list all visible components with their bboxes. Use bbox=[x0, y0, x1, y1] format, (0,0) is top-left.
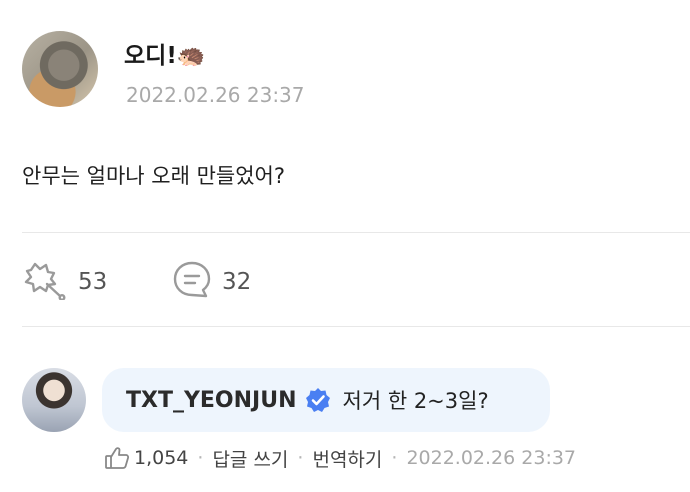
thumbs-up-icon bbox=[104, 445, 130, 471]
reply-bubble: TXT_YEONJUN 저거 한 2~3일? bbox=[102, 368, 550, 432]
meta-separator: · bbox=[297, 447, 304, 469]
write-reply-link[interactable]: 답글 쓰기 bbox=[212, 445, 288, 472]
divider bbox=[22, 232, 690, 233]
post-author-name[interactable]: 오디!🦔 bbox=[124, 36, 205, 70]
post-date: 2022.02.26 23:37 bbox=[126, 83, 305, 107]
like-button[interactable]: 53 bbox=[22, 262, 107, 302]
post-body-text: 안무는 얼마나 오래 만들었어? bbox=[22, 164, 286, 188]
verified-badge-icon bbox=[305, 387, 331, 413]
translate-link[interactable]: 번역하기 bbox=[312, 445, 382, 472]
cheer-icon bbox=[22, 260, 68, 304]
meta-separator: · bbox=[197, 447, 204, 469]
comment-button[interactable]: 32 bbox=[172, 260, 252, 304]
like-count: 53 bbox=[78, 269, 108, 295]
reply-author-name[interactable]: TXT_YEONJUN bbox=[126, 388, 297, 413]
reply-date: 2022.02.26 23:37 bbox=[406, 447, 577, 469]
meta-separator: · bbox=[391, 447, 398, 469]
reply-meta-bar: 1,054 · 답글 쓰기 · 번역하기 · 2022.02.26 23:37 bbox=[104, 444, 576, 472]
comment-count: 32 bbox=[222, 269, 252, 295]
post-author-avatar[interactable] bbox=[22, 31, 98, 107]
reply-text: 저거 한 2~3일? bbox=[342, 389, 489, 413]
reply-like-button[interactable]: 1,054 bbox=[104, 445, 188, 471]
divider bbox=[22, 326, 690, 327]
comment-bubble-icon bbox=[172, 260, 212, 304]
reply-author-avatar[interactable] bbox=[22, 368, 86, 432]
reply-like-count: 1,054 bbox=[134, 447, 189, 469]
